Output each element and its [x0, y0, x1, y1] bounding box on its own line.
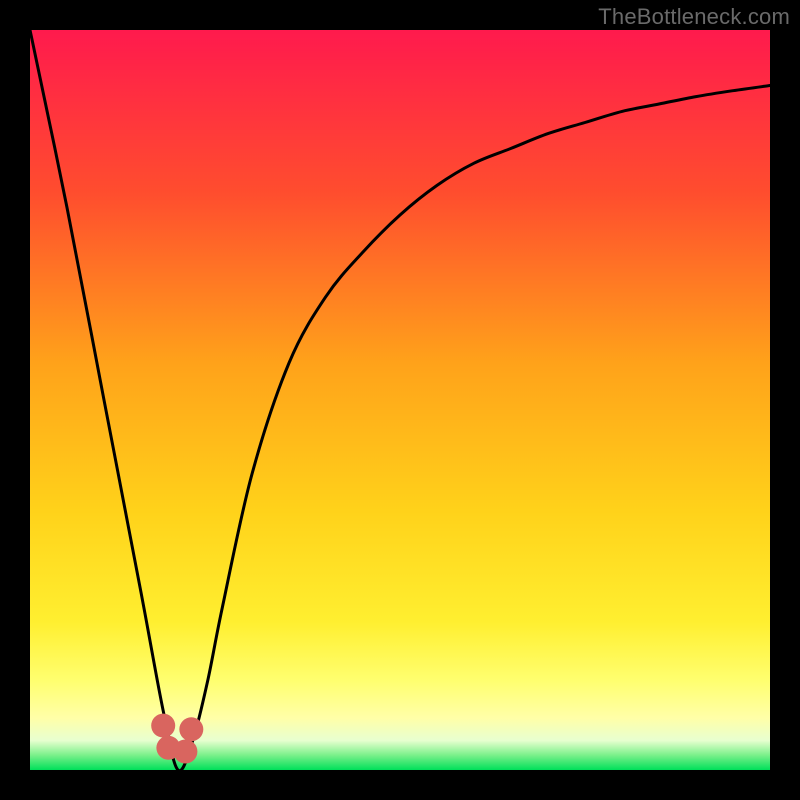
- attribution-label: TheBottleneck.com: [598, 4, 790, 30]
- gradient-background: [30, 30, 770, 770]
- optimal-marker: [179, 717, 203, 741]
- chart-frame: TheBottleneck.com: [0, 0, 800, 800]
- plot-area: [30, 30, 770, 770]
- chart-svg: [30, 30, 770, 770]
- optimal-marker: [173, 740, 197, 764]
- optimal-marker: [151, 714, 175, 738]
